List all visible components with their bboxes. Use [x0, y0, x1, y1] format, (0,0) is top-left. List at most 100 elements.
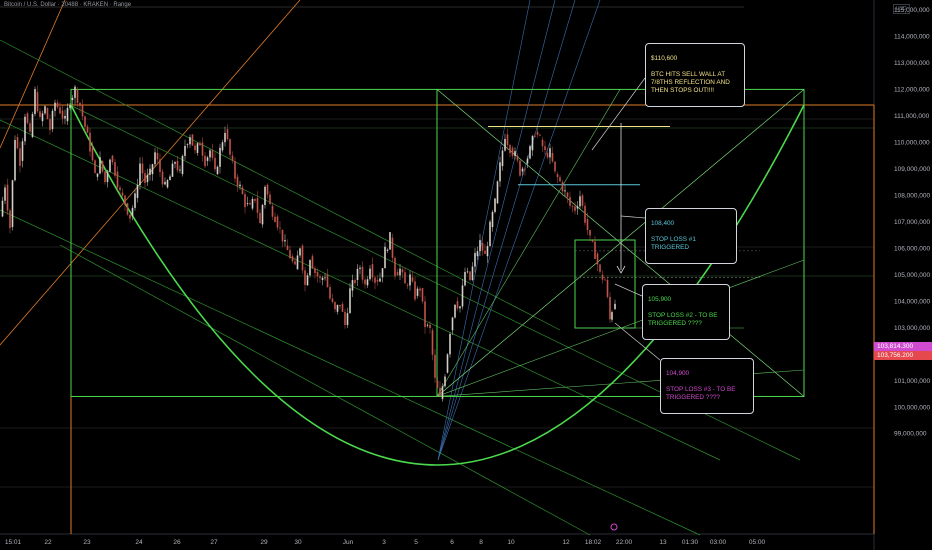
price-tick-label: 113,000,000 — [894, 60, 930, 67]
candle-body — [101, 160, 104, 172]
candle-body — [344, 311, 346, 326]
candle-body — [166, 180, 169, 188]
candle-body — [111, 155, 114, 163]
candle-body — [56, 102, 59, 108]
candle-body — [61, 110, 64, 119]
price-tick-label: 99,000,000 — [894, 431, 927, 438]
candle-body — [29, 123, 31, 132]
candle-body — [436, 380, 439, 388]
time-tick-label: 26 — [173, 539, 181, 546]
candle-body — [371, 264, 374, 278]
candle-body — [479, 240, 481, 252]
candle-body — [429, 324, 431, 329]
candle-body — [164, 181, 166, 185]
time-tick-label: 13 — [659, 539, 667, 546]
candle-body — [599, 264, 601, 272]
candle-body — [9, 210, 11, 229]
annotation-stop-loss-1-price: 108,400 — [651, 220, 675, 227]
candle-body — [199, 143, 201, 146]
candle-body — [246, 203, 249, 204]
candle-body — [514, 151, 516, 156]
candle-body — [551, 152, 554, 162]
candle-body — [284, 240, 286, 242]
candle-body — [326, 274, 329, 288]
price-tick-label: 108,000,000 — [894, 192, 931, 199]
candle-body — [289, 250, 291, 259]
time-tick-label: 6 — [450, 539, 454, 546]
candle-body — [76, 89, 79, 103]
candle-body — [234, 161, 236, 179]
candle-body — [261, 204, 264, 225]
candle-body — [474, 252, 476, 267]
candle-body — [561, 182, 564, 192]
candle-body — [494, 198, 496, 212]
candle-body — [259, 212, 261, 224]
candle-body — [299, 248, 301, 256]
blue-fan-line-2 — [437, 0, 556, 461]
annotation-stop-loss-1-text: STOP LOSS #1 TRIGGERED — [651, 236, 696, 251]
candle-body — [424, 301, 426, 328]
green-channel-line-3 — [0, 39, 561, 331]
candle-body — [99, 157, 101, 174]
candle-body — [251, 198, 254, 209]
annotation-stop-loss-3[interactable]: 104,900 STOP LOSS #3 - TO BE TRIGGERED ?… — [660, 358, 754, 414]
candle-body — [219, 147, 221, 167]
candle-body — [361, 266, 364, 280]
candle-body — [306, 275, 309, 286]
candle-body — [516, 155, 519, 161]
price-tick-label: 104,000,000 — [894, 298, 931, 305]
candle-body — [346, 313, 349, 325]
annotation-stop-loss-2[interactable]: 105,900 STOP LOSS #2 - TO BE TRIGGERED ?… — [642, 284, 730, 340]
candle-body — [359, 267, 361, 269]
candle-body — [566, 192, 569, 198]
annotation-sell-wall[interactable]: $110,600 BTC HITS SELL WALL AT 7/8THS RE… — [645, 43, 745, 107]
time-tick-label: 24 — [135, 539, 143, 546]
candle-body — [156, 152, 159, 160]
candle-body — [264, 186, 266, 205]
candle-body — [54, 102, 56, 111]
time-tick-label: 10 — [507, 539, 515, 546]
candle-body — [536, 131, 539, 135]
time-tick-label: 01:30 — [682, 539, 699, 546]
price-tick-label: 114,000,000 — [894, 34, 930, 41]
candle-body — [281, 229, 284, 242]
candle-body — [591, 240, 594, 242]
price-axis: 115,000,000114,000,000113,000,000112,000… — [894, 7, 931, 438]
candle-body — [81, 105, 84, 117]
candle-body — [201, 142, 204, 156]
candle-body — [149, 168, 151, 175]
candle-body — [294, 261, 296, 265]
candle-body — [154, 152, 156, 165]
time-tick-label: 3 — [382, 539, 386, 546]
chart-canvas[interactable]: 115,000,000114,000,000113,000,000112,000… — [0, 0, 932, 550]
candle-body — [114, 162, 116, 176]
candle-body — [531, 135, 534, 151]
candle-body — [446, 354, 449, 373]
candle-body — [66, 107, 69, 122]
time-tick-label: 18:02 — [585, 539, 602, 546]
annotation-stop-loss-2-text: STOP LOSS #2 - TO BE TRIGGERED ???? — [648, 312, 718, 327]
candle-body — [119, 187, 121, 190]
candle-body — [196, 143, 199, 153]
candle-body — [216, 166, 219, 175]
candle-body — [146, 174, 149, 183]
time-tick-label: 5 — [414, 539, 418, 546]
candle-body — [89, 132, 91, 152]
candle-body — [476, 251, 479, 257]
candle-body — [481, 242, 484, 251]
annotation-stop-loss-1[interactable]: 108,400 STOP LOSS #1 TRIGGERED — [645, 208, 737, 264]
candle-body — [496, 181, 499, 204]
candle-body — [171, 163, 174, 177]
blue-fan-line-0 — [437, 0, 576, 461]
candle-body — [581, 195, 584, 206]
candle-body — [239, 184, 241, 187]
candle-body — [174, 162, 176, 164]
candle-body — [69, 105, 71, 108]
candle-body — [374, 277, 376, 283]
time-tick-label: 8 — [479, 539, 483, 546]
time-tick-label: 22 — [44, 539, 52, 546]
candle-body — [204, 155, 206, 167]
currency-label[interactable]: USD — [893, 4, 910, 14]
candle-body — [244, 194, 246, 208]
candle-body — [254, 198, 256, 201]
